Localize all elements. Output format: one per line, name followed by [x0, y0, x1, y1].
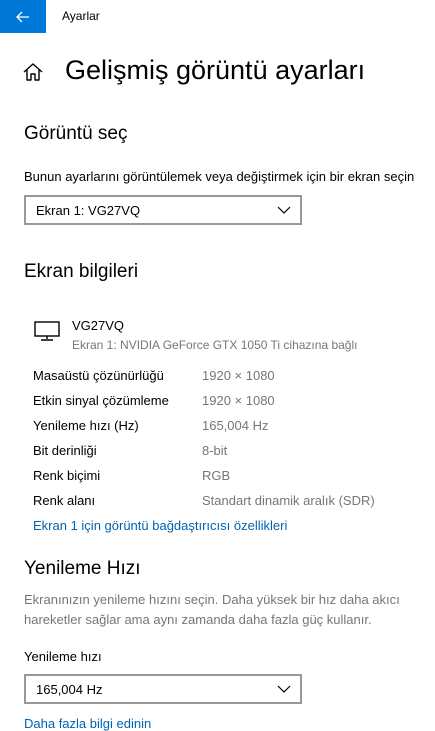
info-label-bit-depth: Bit derinliği: [33, 443, 97, 458]
title-bar: Ayarlar: [0, 0, 435, 33]
refresh-rate-description: Ekranınızın yenileme hızını seçin. Daha …: [24, 590, 424, 630]
info-value-refresh-rate: 165,004 Hz: [202, 418, 269, 433]
info-label-color-format: Renk biçimi: [33, 468, 101, 483]
display-select-value: Ekran 1: VG27VQ: [36, 203, 141, 218]
refresh-rate-description-line2: hareketler sağlar ama aynı zamanda daha …: [24, 612, 372, 627]
refresh-rate-label: Yenileme hızı: [24, 649, 102, 664]
display-adapter-properties-link[interactable]: Ekran 1 için görüntü bağdaştırıcısı özel…: [33, 518, 287, 533]
page-title: Gelişmiş görüntü ayarları: [65, 55, 366, 85]
monitor-subtitle: Ekran 1: NVIDIA GeForce GTX 1050 Ti ciha…: [72, 338, 358, 352]
home-icon[interactable]: [22, 61, 44, 83]
info-value-bit-depth: 8-bit: [202, 443, 228, 458]
info-value-active-signal: 1920 × 1080: [202, 393, 275, 408]
monitor-name: VG27VQ: [72, 318, 125, 333]
info-label-refresh-rate: Yenileme hızı (Hz): [33, 418, 139, 433]
refresh-rate-heading: Yenileme Hızı: [24, 558, 141, 579]
info-value-color-format: RGB: [202, 468, 231, 483]
select-display-instruction: Bunun ayarlarını görüntülemek veya değiş…: [24, 169, 415, 184]
info-value-desktop-resolution: 1920 × 1080: [202, 368, 275, 383]
back-button[interactable]: [0, 0, 46, 33]
window-title: Ayarlar: [62, 9, 100, 23]
display-info-heading: Ekran bilgileri: [24, 261, 139, 282]
monitor-icon: [34, 321, 60, 341]
refresh-rate-description-line1: Ekranınızın yenileme hızını seçin. Daha …: [24, 592, 400, 607]
chevron-down-icon: [277, 206, 291, 214]
info-value-color-space: Standart dinamik aralık (SDR): [202, 493, 375, 508]
refresh-rate-value: 165,004 Hz: [36, 682, 103, 697]
refresh-rate-dropdown[interactable]: 165,004 Hz: [24, 674, 302, 704]
back-arrow-icon: [16, 11, 29, 22]
chevron-down-icon: [277, 685, 291, 693]
display-select-dropdown[interactable]: Ekran 1: VG27VQ: [24, 195, 302, 225]
info-label-color-space: Renk alanı: [33, 493, 96, 508]
info-label-desktop-resolution: Masaüstü çözünürlüğü: [33, 368, 164, 383]
select-display-heading: Görüntü seç: [24, 123, 128, 144]
info-label-active-signal: Etkin sinyal çözümleme: [33, 393, 169, 408]
